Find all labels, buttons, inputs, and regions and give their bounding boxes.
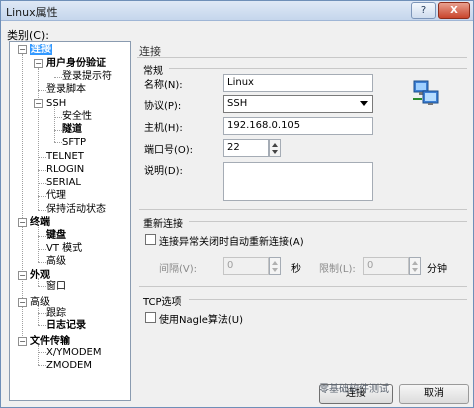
nagle-label[interactable]: 使用Nagle算法(U): [159, 311, 243, 326]
watermark: 零基础软件测试: [319, 384, 389, 395]
tree-item-auth[interactable]: 用户身份验证: [46, 57, 106, 70]
tree-item-login-script[interactable]: 登录脚本: [46, 83, 86, 96]
tree-line: [38, 345, 39, 365]
general-group-label: 常规: [143, 66, 163, 77]
interval-field[interactable]: 0: [223, 257, 269, 275]
collapse-icon[interactable]: −: [18, 271, 27, 280]
description-field[interactable]: [223, 162, 373, 201]
tree-line: [38, 365, 46, 366]
cancel-button[interactable]: 取消: [399, 384, 469, 404]
tree-line: [38, 196, 46, 197]
tree-item-telnet[interactable]: TELNET: [46, 150, 84, 163]
tree-item-xymodem[interactable]: X/YMODEM: [46, 346, 101, 359]
tree-line: [38, 262, 46, 263]
tree-item-proxy[interactable]: 代理: [46, 189, 66, 202]
host-field[interactable]: 192.168.0.105: [223, 117, 373, 135]
tree-line: [38, 157, 46, 158]
spin-up-icon[interactable]: [272, 261, 278, 265]
close-button[interactable]: X: [438, 2, 470, 19]
tree-item-terminal-advanced[interactable]: 高级: [46, 255, 66, 268]
window-title: Linux属性: [6, 6, 58, 19]
tree-item-security[interactable]: 安全性: [62, 110, 92, 123]
protocol-label: 协议(P):: [144, 101, 182, 112]
spin-up-icon[interactable]: [272, 143, 278, 147]
collapse-icon[interactable]: −: [34, 99, 43, 108]
collapse-icon[interactable]: −: [18, 218, 27, 227]
spin-down-icon[interactable]: [412, 268, 418, 272]
tree-line: [54, 142, 62, 143]
network-computer-icon: [413, 80, 439, 105]
divider: [189, 221, 467, 222]
tree-item-login-prompt[interactable]: 登录提示符: [62, 70, 112, 83]
interval-unit: 秒: [291, 264, 301, 275]
tree-line: [38, 249, 46, 250]
name-label: 名称(N):: [144, 80, 183, 91]
tree-item-keyboard[interactable]: 键盘: [46, 229, 66, 242]
tree-line: [54, 117, 62, 118]
protocol-select[interactable]: SSH: [223, 95, 373, 113]
tree-line: [38, 183, 46, 184]
divider: [137, 57, 467, 58]
collapse-icon[interactable]: −: [18, 337, 27, 346]
collapse-icon[interactable]: −: [18, 45, 27, 54]
auto-reconnect-checkbox[interactable]: [145, 234, 156, 245]
interval-spinner[interactable]: [269, 257, 281, 275]
tree-line: [38, 224, 39, 262]
properties-dialog: Linux属性 ? X 类别(C): − 连接 − 用户身份验证 登录提示符 登…: [0, 0, 474, 408]
spin-up-icon[interactable]: [412, 261, 418, 265]
divider: [169, 68, 467, 69]
tree-line: [54, 130, 62, 131]
tree-item-keepalive[interactable]: 保持活动状态: [46, 203, 106, 216]
divider: [139, 209, 467, 210]
tree-item-serial[interactable]: SERIAL: [46, 176, 81, 189]
tree-item-terminal[interactable]: 终端: [30, 216, 50, 229]
tree-item-ssh[interactable]: SSH: [46, 97, 66, 110]
limit-spinner[interactable]: [409, 257, 421, 275]
tree-line: [38, 325, 46, 326]
tree-line: [38, 236, 46, 237]
tree-line: [38, 170, 46, 171]
spin-down-icon[interactable]: [272, 268, 278, 272]
protocol-value: SSH: [227, 98, 248, 109]
tcp-group-label: TCP选项: [143, 297, 182, 308]
tree-item-window[interactable]: 窗口: [46, 280, 66, 293]
reconnect-group-label: 重新连接: [143, 219, 183, 230]
spin-down-icon[interactable]: [272, 150, 278, 154]
host-label: 主机(H):: [144, 123, 183, 134]
limit-unit: 分钟: [427, 264, 447, 275]
tree-item-sftp[interactable]: SFTP: [62, 136, 86, 149]
limit-field[interactable]: 0: [363, 257, 409, 275]
tree-line: [38, 210, 46, 211]
collapse-icon[interactable]: −: [34, 59, 43, 68]
port-spinner[interactable]: [269, 139, 281, 157]
collapse-icon[interactable]: −: [18, 298, 27, 307]
port-label: 端口号(O):: [144, 145, 194, 156]
tree-line: [38, 313, 46, 314]
tree-line: [38, 352, 46, 353]
title-bar: Linux属性 ? X: [1, 1, 473, 21]
category-tree[interactable]: − 连接 − 用户身份验证 登录提示符 登录脚本 − SSH 安全性 隧道 SF…: [9, 41, 131, 401]
divider: [189, 299, 467, 300]
interval-label: 间隔(V):: [159, 264, 198, 275]
tree-line: [38, 286, 46, 287]
tree-item-rlogin[interactable]: RLOGIN: [46, 163, 84, 176]
limit-label: 限制(L):: [319, 264, 356, 275]
tree-item-tunnel[interactable]: 隧道: [62, 123, 82, 136]
auto-reconnect-label[interactable]: 连接异常关闭时自动重新连接(A): [159, 233, 304, 248]
tree-line: [54, 77, 62, 78]
tree-item-connection[interactable]: 连接: [30, 43, 52, 56]
tree-item-zmodem[interactable]: ZMODEM: [46, 359, 92, 372]
tree-item-logging[interactable]: 日志记录: [46, 319, 86, 332]
divider: [139, 286, 467, 287]
nagle-checkbox[interactable]: [145, 312, 156, 323]
description-label: 说明(D):: [144, 166, 183, 177]
chevron-down-icon: [360, 101, 368, 106]
tree-item-vt-mode[interactable]: VT 模式: [46, 242, 82, 255]
help-button[interactable]: ?: [411, 2, 436, 19]
port-field[interactable]: 22: [223, 139, 269, 157]
name-field[interactable]: Linux: [223, 74, 373, 92]
tree-line: [38, 90, 46, 91]
